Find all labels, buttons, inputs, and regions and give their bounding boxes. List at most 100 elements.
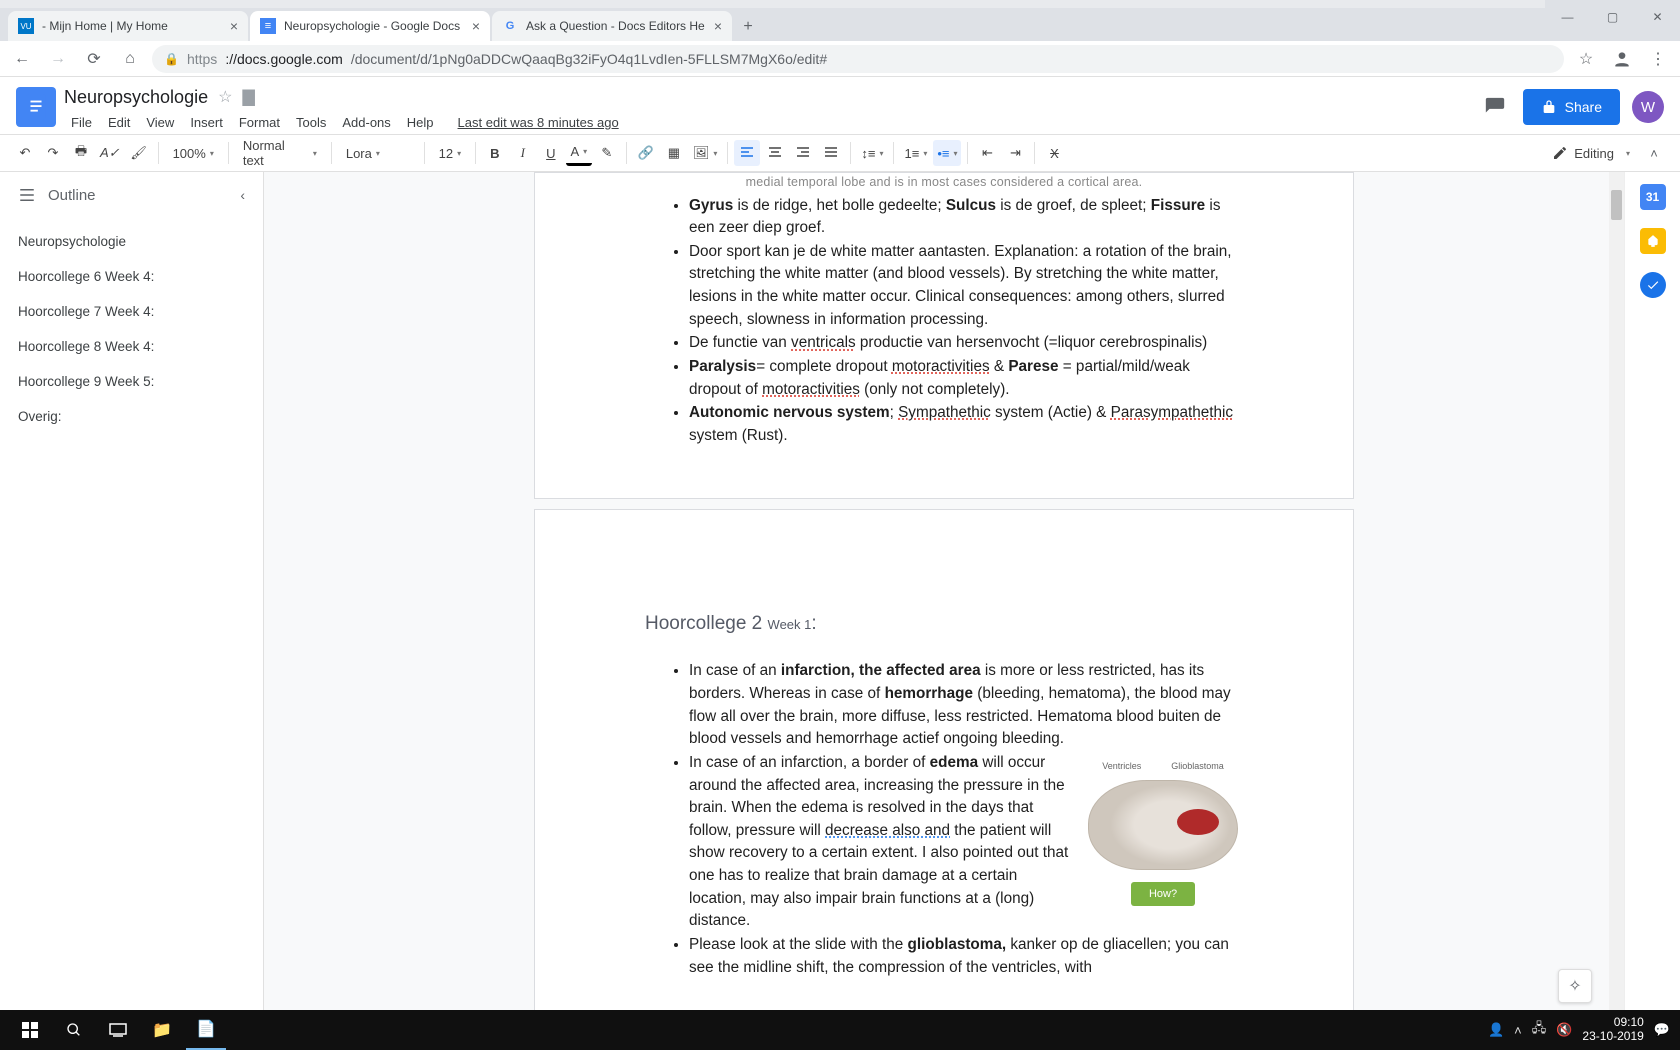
- people-icon[interactable]: 👤: [1488, 1022, 1504, 1038]
- print-button[interactable]: 🖶: [68, 140, 94, 166]
- clear-format-button[interactable]: X: [1041, 140, 1067, 166]
- textcolor-button[interactable]: A: [566, 140, 592, 166]
- comment-button[interactable]: ▦: [661, 140, 687, 166]
- window-maximize[interactable]: ▢: [1590, 0, 1635, 33]
- menu-edit[interactable]: Edit: [101, 111, 137, 134]
- style-select[interactable]: Normal text: [235, 140, 325, 166]
- outline-item[interactable]: Hoorcollege 7 Week 4:: [0, 294, 263, 329]
- reload-button[interactable]: ⟳: [80, 45, 108, 73]
- spellcheck-button[interactable]: A✓: [96, 140, 124, 166]
- document-page[interactable]: Hoorcollege 2 Week 1: In case of an infa…: [534, 509, 1354, 1017]
- browser-menu[interactable]: ⋮: [1644, 45, 1672, 73]
- forward-button[interactable]: →: [44, 45, 72, 73]
- window-minimize[interactable]: —: [1545, 0, 1590, 33]
- outline-item[interactable]: Hoorcollege 9 Week 5:: [0, 364, 263, 399]
- menu-tools[interactable]: Tools: [289, 111, 333, 134]
- browser-tab[interactable]: VU - Mijn Home | My Home ×: [8, 11, 248, 41]
- bulleted-list-button[interactable]: •≡: [933, 140, 961, 166]
- indent-increase-button[interactable]: ⇥: [1002, 140, 1028, 166]
- keep-icon[interactable]: [1640, 228, 1666, 254]
- folder-icon[interactable]: ▇: [242, 87, 254, 107]
- chevron-left-icon[interactable]: ‹: [240, 187, 245, 203]
- notifications-icon[interactable]: 💬: [1654, 1022, 1670, 1038]
- explore-button[interactable]: ✧: [1558, 969, 1592, 1003]
- scrollbar-track[interactable]: [1609, 172, 1624, 1017]
- share-button[interactable]: Share: [1523, 89, 1620, 125]
- align-right-button[interactable]: [790, 140, 816, 166]
- close-icon[interactable]: ×: [472, 18, 480, 34]
- outline-item[interactable]: Hoorcollege 8 Week 4:: [0, 329, 263, 364]
- align-left-button[interactable]: [734, 140, 760, 166]
- outline-item[interactable]: Overig:: [0, 399, 263, 434]
- clock-time: 09:10: [1582, 1016, 1643, 1030]
- indent-decrease-button[interactable]: ⇤: [974, 140, 1000, 166]
- redo-button[interactable]: ↷: [40, 140, 66, 166]
- bold-button[interactable]: B: [482, 140, 508, 166]
- highlight-button[interactable]: ✎: [594, 140, 620, 166]
- new-tab-button[interactable]: +: [734, 13, 762, 41]
- profile-button[interactable]: [1608, 45, 1636, 73]
- user-avatar[interactable]: W: [1632, 91, 1664, 123]
- menu-format[interactable]: Format: [232, 111, 287, 134]
- menu-insert[interactable]: Insert: [183, 111, 230, 134]
- zoom-select[interactable]: 100%: [165, 140, 222, 166]
- url-host: ://docs.google.com: [225, 51, 343, 67]
- menu-addons[interactable]: Add-ons: [335, 111, 397, 134]
- linespacing-button[interactable]: ↕≡: [857, 140, 887, 166]
- side-panel: 31 ›: [1624, 172, 1680, 1017]
- align-center-button[interactable]: [762, 140, 788, 166]
- comments-button[interactable]: [1479, 91, 1511, 123]
- document-page[interactable]: medial temporal lobe and is in most case…: [534, 172, 1354, 499]
- close-icon[interactable]: ×: [714, 18, 722, 34]
- start-button[interactable]: [10, 1010, 50, 1050]
- italic-button[interactable]: I: [510, 140, 536, 166]
- collapse-toolbar-button[interactable]: ˄: [1640, 139, 1668, 167]
- align-justify-button[interactable]: [818, 140, 844, 166]
- search-button[interactable]: [54, 1010, 94, 1050]
- browser-tab[interactable]: ≡ Neuropsychologie - Google Docs ×: [250, 11, 490, 41]
- network-icon[interactable]: 🖧: [1532, 1019, 1547, 1041]
- address-bar[interactable]: 🔒 https://docs.google.com/document/d/1pN…: [152, 45, 1564, 73]
- docs-logo[interactable]: [16, 87, 56, 127]
- last-edit-label[interactable]: Last edit was 8 minutes ago: [451, 111, 626, 134]
- font-select[interactable]: Lora: [338, 140, 418, 166]
- star-icon[interactable]: ☆: [218, 87, 232, 107]
- numbered-list-button[interactable]: 1≡: [900, 140, 931, 166]
- brain-image: VentriclesGlioblastoma How?: [1083, 756, 1243, 906]
- close-icon[interactable]: ×: [230, 18, 238, 34]
- browser-toolbar: ← → ⟳ ⌂ 🔒 https://docs.google.com/docume…: [0, 41, 1680, 77]
- menu-help[interactable]: Help: [400, 111, 441, 134]
- back-button[interactable]: ←: [8, 45, 36, 73]
- document-canvas[interactable]: medial temporal lobe and is in most case…: [264, 172, 1624, 1017]
- bookmark-button[interactable]: ☆: [1572, 45, 1600, 73]
- taskbar-explorer[interactable]: 📁: [142, 1010, 182, 1050]
- browser-tabstrip: VU - Mijn Home | My Home × ≡ Neuropsycho…: [0, 8, 1680, 41]
- outline-item[interactable]: Hoorcollege 6 Week 4:: [0, 259, 263, 294]
- scrollbar-thumb[interactable]: [1611, 190, 1622, 220]
- volume-icon[interactable]: 🔇: [1556, 1022, 1572, 1038]
- share-label: Share: [1565, 99, 1602, 115]
- outline-item[interactable]: Neuropsychologie: [0, 224, 263, 259]
- undo-button[interactable]: ↶: [12, 140, 38, 166]
- paint-format-button[interactable]: 🖌: [126, 140, 152, 166]
- system-clock[interactable]: 09:10 23-10-2019: [1582, 1016, 1643, 1044]
- fontsize-select[interactable]: 12: [431, 140, 469, 166]
- image-button[interactable]: 🖼: [689, 140, 722, 166]
- taskbar-app[interactable]: 📄: [186, 1010, 226, 1050]
- link-button[interactable]: 🔗: [633, 140, 659, 166]
- calendar-icon[interactable]: 31: [1640, 184, 1666, 210]
- document-title[interactable]: Neuropsychologie: [64, 87, 208, 108]
- menu-view[interactable]: View: [139, 111, 181, 134]
- how-badge: How?: [1131, 882, 1195, 906]
- browser-tab[interactable]: G Ask a Question - Docs Editors He ×: [492, 11, 732, 41]
- menu-file[interactable]: File: [64, 111, 99, 134]
- mode-select[interactable]: Editing: [1544, 140, 1638, 166]
- list-item: Door sport kan je de white matter aantas…: [689, 241, 1243, 332]
- window-close[interactable]: ✕: [1635, 0, 1680, 33]
- underline-button[interactable]: U: [538, 140, 564, 166]
- list-item: Autonomic nervous system; Sympathethic s…: [689, 402, 1243, 447]
- chevron-up-icon[interactable]: ˄: [1514, 1023, 1522, 1038]
- home-button[interactable]: ⌂: [116, 45, 144, 73]
- tasks-icon[interactable]: [1640, 272, 1666, 298]
- taskview-button[interactable]: [98, 1010, 138, 1050]
